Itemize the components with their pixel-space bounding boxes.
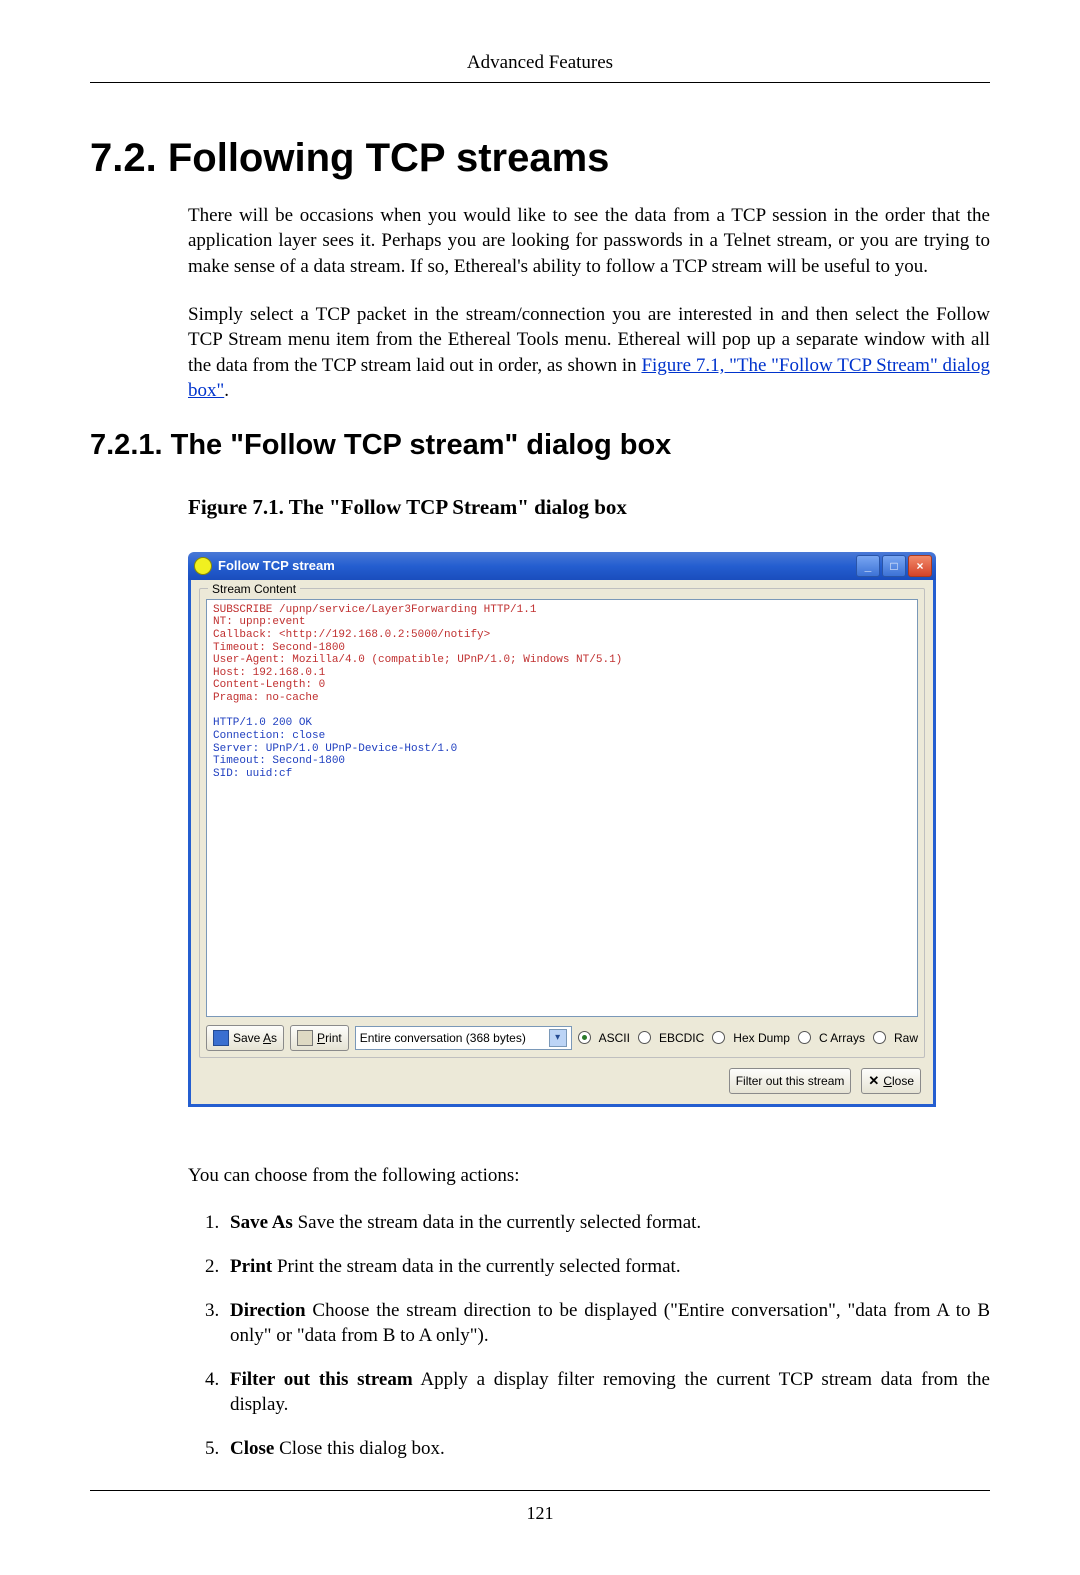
paragraph-intro-1: There will be occasions when you would l… bbox=[188, 203, 990, 280]
follow-tcp-stream-dialog: Follow TCP stream _ □ × Stream Content S… bbox=[188, 552, 936, 1107]
encoding-radios: ASCII EBCDIC Hex Dump C Arrays Raw bbox=[578, 1030, 918, 1046]
header-rule bbox=[90, 82, 990, 83]
maximize-button[interactable]: □ bbox=[882, 555, 906, 577]
stream-content-group: Stream Content SUBSCRIBE /upnp/service/L… bbox=[199, 588, 925, 1058]
footer-rule bbox=[90, 1490, 990, 1491]
request-text: SUBSCRIBE /upnp/service/Layer3Forwarding… bbox=[213, 604, 622, 704]
actions-list: Save As Save the stream data in the curr… bbox=[188, 1210, 990, 1461]
controls-row: Save As Print Entire conversation (368 b… bbox=[206, 1025, 918, 1051]
section-heading: 7.2. Following TCP streams bbox=[90, 131, 990, 185]
stream-text-area[interactable]: SUBSCRIBE /upnp/service/Layer3Forwarding… bbox=[206, 599, 918, 1017]
running-header: Advanced Features bbox=[90, 50, 990, 76]
close-icon: ✕ bbox=[868, 1074, 879, 1088]
print-button[interactable]: Print bbox=[290, 1025, 349, 1051]
action-item-direction: Direction Choose the stream direction to… bbox=[224, 1298, 990, 1349]
radio-carrays-label: C Arrays bbox=[819, 1030, 865, 1046]
filter-out-label: Filter out this stream bbox=[736, 1073, 845, 1089]
dialog-footer: Filter out this stream ✕ Close bbox=[199, 1058, 925, 1096]
radio-hexdump-label: Hex Dump bbox=[733, 1030, 790, 1046]
radio-ebcdic[interactable] bbox=[638, 1031, 651, 1044]
save-icon bbox=[213, 1030, 229, 1046]
direction-combo-value: Entire conversation (368 bytes) bbox=[360, 1030, 526, 1046]
window-title: Follow TCP stream bbox=[218, 557, 854, 575]
paragraph-intro-2: Simply select a TCP packet in the stream… bbox=[188, 302, 990, 405]
response-text: HTTP/1.0 200 OK Connection: close Server… bbox=[213, 717, 457, 780]
action-item-close: Close Close this dialog box. bbox=[224, 1436, 990, 1462]
action-item-print: Print Print the stream data in the curre… bbox=[224, 1254, 990, 1280]
subsection-heading: 7.2.1. The "Follow TCP stream" dialog bo… bbox=[90, 426, 990, 465]
close-button[interactable]: ✕ Close bbox=[861, 1068, 921, 1094]
action-item-save-as: Save As Save the stream data in the curr… bbox=[224, 1210, 990, 1236]
radio-hexdump[interactable] bbox=[712, 1031, 725, 1044]
group-legend: Stream Content bbox=[208, 581, 300, 597]
radio-carrays[interactable] bbox=[798, 1031, 811, 1044]
app-icon bbox=[194, 557, 212, 575]
close-window-button[interactable]: × bbox=[908, 555, 932, 577]
print-icon bbox=[297, 1030, 313, 1046]
radio-ascii-label: ASCII bbox=[599, 1030, 630, 1046]
dialog-body: Stream Content SUBSCRIBE /upnp/service/L… bbox=[188, 580, 936, 1107]
radio-raw[interactable] bbox=[873, 1031, 886, 1044]
close-label: Close bbox=[883, 1073, 914, 1089]
titlebar: Follow TCP stream _ □ × bbox=[188, 552, 936, 580]
minimize-button[interactable]: _ bbox=[856, 555, 880, 577]
chevron-down-icon: ▾ bbox=[549, 1029, 567, 1047]
actions-intro: You can choose from the following action… bbox=[188, 1163, 990, 1189]
page-number: 121 bbox=[90, 1501, 990, 1525]
radio-ascii[interactable] bbox=[578, 1031, 591, 1044]
paragraph-intro-2b: . bbox=[224, 380, 229, 401]
print-label: Print bbox=[317, 1030, 342, 1046]
figure-caption: Figure 7.1. The "Follow TCP Stream" dial… bbox=[188, 493, 990, 521]
save-as-label: Save As bbox=[233, 1030, 277, 1046]
save-as-button[interactable]: Save As bbox=[206, 1025, 284, 1051]
radio-ebcdic-label: EBCDIC bbox=[659, 1030, 704, 1046]
action-item-filter-out: Filter out this stream Apply a display f… bbox=[224, 1367, 990, 1418]
radio-raw-label: Raw bbox=[894, 1030, 918, 1046]
direction-combo[interactable]: Entire conversation (368 bytes) ▾ bbox=[355, 1026, 572, 1050]
filter-out-stream-button[interactable]: Filter out this stream bbox=[729, 1068, 852, 1094]
